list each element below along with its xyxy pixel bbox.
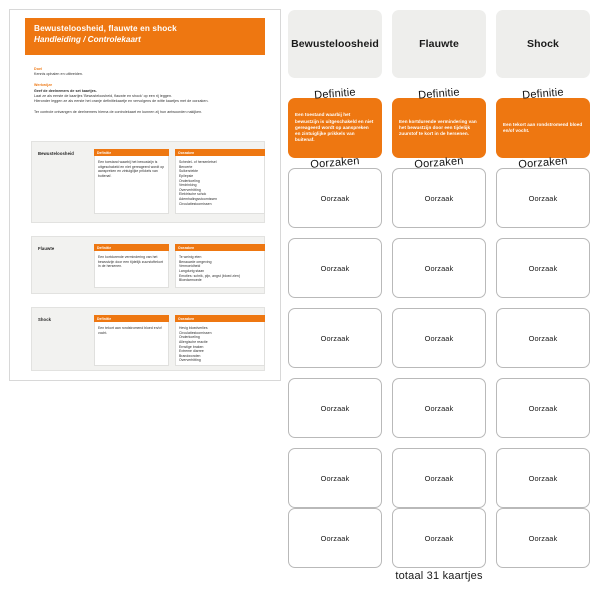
- condition-causes-column: Oorzaken Hevig bloedverlies Circulatiest…: [175, 315, 265, 367]
- oorzaak-card[interactable]: Oorzaak: [288, 238, 382, 298]
- column-header-definitie: Definitie: [94, 244, 169, 252]
- oorzaak-card[interactable]: Oorzaak: [496, 508, 590, 568]
- condition-title-card[interactable]: Shock: [496, 10, 590, 78]
- column-header-oorzaken: Oorzaken: [175, 149, 265, 157]
- column-header-definitie: Definitie: [94, 315, 169, 323]
- oorzaak-card[interactable]: Oorzaak: [288, 168, 382, 228]
- column-body: Schedel- of hersenletsel Beroerte Suiker…: [175, 156, 265, 215]
- column-header-oorzaken: Oorzaken: [175, 315, 265, 323]
- document-subtitle: Handleiding / Controlekaart: [34, 35, 141, 44]
- definition-text: Een toestand waarbij het bewustzijn is u…: [98, 160, 165, 178]
- cause-item: Circulatiestoornissen: [179, 201, 212, 206]
- oorzaak-card[interactable]: Oorzaak: [392, 238, 486, 298]
- column-header-definitie: Definitie: [94, 149, 169, 157]
- oorzaak-card[interactable]: Oorzaak: [288, 508, 382, 568]
- cause-item: Oververhitting: [179, 358, 201, 363]
- document-header-band: Bewusteloosheid, flauwte en shock Handle…: [25, 18, 265, 55]
- oorzaak-card[interactable]: Oorzaak: [392, 378, 486, 438]
- column-body: Een toestand waarbij het bewustzijn is u…: [94, 156, 169, 215]
- definition-text: Een kortdurende vermindering van het bew…: [98, 255, 163, 269]
- condition-name: Flauwte: [38, 246, 55, 251]
- cause-item: Bloedarmoede: [179, 278, 202, 283]
- oorzaak-card[interactable]: Oorzaak: [288, 448, 382, 508]
- definition-text: Een tekort aan rondstromend bloed en/of …: [98, 326, 162, 335]
- column-body: Hevig bloedverlies Circulatiestoornissen…: [175, 322, 265, 367]
- condition-name: Shock: [38, 317, 52, 322]
- oorzaak-card[interactable]: Oorzaak: [392, 448, 486, 508]
- column-body: Een kortdurende vermindering van het bew…: [94, 251, 169, 289]
- condition-block: Bewusteloosheid Definitie Een toestand w…: [31, 141, 265, 223]
- condition-name: Bewusteloosheid: [38, 151, 74, 156]
- oorzaak-card[interactable]: Oorzaak: [496, 448, 590, 508]
- definition-card[interactable]: Een kortdurende vermindering van het bew…: [392, 98, 486, 158]
- section-line: Ter controle ontvangen de deelnemers hie…: [34, 110, 203, 115]
- condition-block: Flauwte Definitie Een kortdurende vermin…: [31, 236, 265, 294]
- condition-causes-column: Oorzaken Te weinig eten Benauwde omgevin…: [175, 244, 265, 289]
- definition-card[interactable]: Een toestand waarbij het bewustzijn is u…: [288, 98, 382, 158]
- document-title: Bewusteloosheid, flauwte en shock: [34, 24, 177, 33]
- condition-definition-column: Definitie Een tekort aan rondstromend bl…: [94, 315, 169, 367]
- column-body: Te weinig eten Benauwde omgeving Vermoei…: [175, 251, 265, 289]
- oorzaak-card[interactable]: Oorzaak: [496, 308, 590, 368]
- total-cards-caption: totaal 31 kaartjes: [395, 570, 483, 582]
- oorzaak-card[interactable]: Oorzaak: [392, 508, 486, 568]
- oorzaak-card[interactable]: Oorzaak: [496, 168, 590, 228]
- handout-document-panel: Bewusteloosheid, flauwte en shock Handle…: [9, 9, 281, 381]
- oorzaak-card[interactable]: Oorzaak: [496, 378, 590, 438]
- document-instructions: Doel Kennis ophalen en uitbreiden. Werkw…: [34, 67, 265, 116]
- definition-card[interactable]: Een tekort aan rondstromend bloed en/of …: [496, 98, 590, 158]
- condition-definition-column: Definitie Een toestand waarbij het bewus…: [94, 149, 169, 215]
- oorzaak-card[interactable]: Oorzaak: [392, 168, 486, 228]
- oorzaak-card[interactable]: Oorzaak: [288, 378, 382, 438]
- oorzaak-card[interactable]: Oorzaak: [288, 308, 382, 368]
- oorzaak-card[interactable]: Oorzaak: [496, 238, 590, 298]
- column-body: Een tekort aan rondstromend bloed en/of …: [94, 322, 169, 367]
- condition-block: Shock Definitie Een tekort aan rondstrom…: [31, 307, 265, 371]
- condition-title-card[interactable]: Bewusteloosheid: [288, 10, 382, 78]
- condition-definition-column: Definitie Een kortdurende vermindering v…: [94, 244, 169, 289]
- condition-title-card[interactable]: Flauwte: [392, 10, 486, 78]
- condition-causes-column: Oorzaken Schedel- of hersenletsel Beroer…: [175, 149, 265, 215]
- oorzaak-card[interactable]: Oorzaak: [392, 308, 486, 368]
- column-header-oorzaken: Oorzaken: [175, 244, 265, 252]
